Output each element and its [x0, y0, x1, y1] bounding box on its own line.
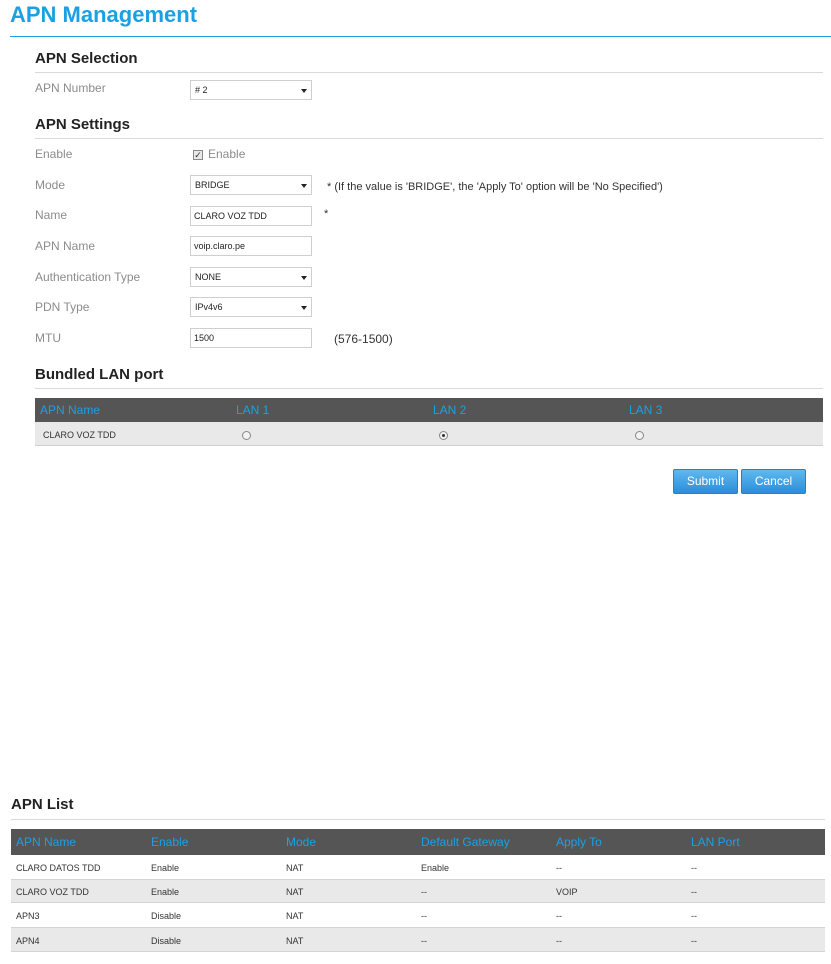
list-cell: Enable [151, 863, 180, 873]
apn-list-header: APN Name Enable Mode Default Gateway App… [11, 829, 825, 855]
list-cell: -- [691, 863, 697, 873]
auth-type-value: NONE [195, 272, 222, 282]
apn-settings-divider [35, 138, 823, 139]
name-label: Name [35, 208, 68, 222]
auth-type-label: Authentication Type [35, 270, 141, 284]
list-cell: -- [421, 936, 427, 946]
lan1-radio[interactable] [242, 431, 251, 440]
list-cell: -- [556, 863, 562, 873]
bundled-lan-divider [35, 388, 823, 389]
list-cell: -- [421, 887, 427, 897]
enable-checkbox-label[interactable]: Enable [208, 147, 245, 161]
chevron-down-icon [301, 276, 307, 280]
mode-hint: * (If the value is 'BRIDGE', the 'Apply … [327, 181, 663, 193]
cancel-button[interactable]: Cancel [741, 469, 806, 494]
bundled-header-lan3: LAN 3 [629, 403, 663, 417]
enable-label: Enable [35, 147, 73, 161]
pdn-type-label: PDN Type [35, 300, 90, 314]
list-cell: CLARO VOZ TDD [16, 887, 89, 897]
list-cell: NAT [286, 863, 304, 873]
list-header-lan-port: LAN Port [691, 835, 740, 849]
apn-list-divider [11, 819, 825, 820]
submit-button[interactable]: Submit [673, 469, 738, 494]
apn-name-input[interactable] [190, 236, 312, 256]
list-cell: -- [691, 936, 697, 946]
list-cell: -- [421, 911, 427, 921]
list-cell: NAT [286, 887, 304, 897]
chevron-down-icon [301, 184, 307, 188]
bundled-table-row: CLARO VOZ TDD [35, 422, 823, 446]
apn-number-select[interactable]: # 2 [190, 80, 312, 100]
apn-selection-divider [35, 72, 823, 73]
list-cell: CLARO DATOS TDD [16, 863, 101, 873]
apn-settings-title: APN Settings [35, 116, 131, 133]
enable-checkbox[interactable]: ✓ [193, 150, 203, 160]
table-row[interactable]: CLARO DATOS TDD Enable NAT Enable -- -- [11, 855, 825, 879]
bundled-header-apn-name: APN Name [40, 403, 101, 417]
list-header-enable: Enable [151, 835, 189, 849]
mode-value: BRIDGE [195, 180, 230, 190]
bundled-header-lan1: LAN 1 [236, 403, 270, 417]
list-header-apply-to: Apply To [556, 835, 602, 849]
list-cell: Disable [151, 911, 182, 921]
mode-select[interactable]: BRIDGE [190, 175, 312, 195]
list-cell: APN4 [16, 936, 40, 946]
list-cell: -- [556, 911, 562, 921]
mtu-label: MTU [35, 331, 61, 345]
title-divider [10, 36, 831, 37]
mode-label: Mode [35, 178, 66, 192]
table-row[interactable]: APN4 Disable NAT -- -- -- [11, 927, 825, 952]
bundled-header-lan2: LAN 2 [433, 403, 467, 417]
list-header-default-gateway: Default Gateway [421, 835, 510, 849]
bundled-row-apn-name: CLARO VOZ TDD [43, 430, 116, 440]
apn-list-title: APN List [11, 796, 74, 813]
name-input[interactable] [190, 206, 312, 226]
auth-type-select[interactable]: NONE [190, 267, 312, 287]
apn-number-label: APN Number [35, 81, 106, 95]
chevron-down-icon [301, 306, 307, 310]
list-cell: NAT [286, 911, 304, 921]
lan2-radio[interactable] [439, 431, 448, 440]
bundled-table-header: APN Name LAN 1 LAN 2 LAN 3 [35, 398, 823, 422]
list-cell: -- [691, 911, 697, 921]
name-required-mark: * [324, 208, 329, 220]
lan3-radio[interactable] [635, 431, 644, 440]
pdn-type-select[interactable]: IPv4v6 [190, 297, 312, 317]
pdn-type-value: IPv4v6 [195, 302, 223, 312]
apn-selection-title: APN Selection [35, 50, 138, 67]
bundled-lan-title: Bundled LAN port [35, 366, 164, 383]
list-cell: Disable [151, 936, 182, 946]
page-title: APN Management [10, 2, 198, 27]
table-row[interactable]: CLARO VOZ TDD Enable NAT -- VOIP -- [11, 879, 825, 903]
list-header-apn-name: APN Name [16, 835, 77, 849]
apn-number-value: # 2 [195, 85, 208, 95]
list-cell: NAT [286, 936, 304, 946]
table-row[interactable]: APN3 Disable NAT -- -- -- [11, 903, 825, 927]
chevron-down-icon [301, 89, 307, 93]
mtu-range-hint: (576-1500) [334, 332, 393, 346]
list-header-mode: Mode [286, 835, 317, 849]
list-cell: Enable [421, 863, 450, 873]
list-cell: Enable [151, 887, 180, 897]
list-cell: -- [556, 936, 562, 946]
apn-name-label: APN Name [35, 239, 96, 253]
list-cell: -- [691, 887, 697, 897]
list-cell: VOIP [556, 887, 578, 897]
list-cell: APN3 [16, 911, 40, 921]
mtu-input[interactable] [190, 328, 312, 348]
